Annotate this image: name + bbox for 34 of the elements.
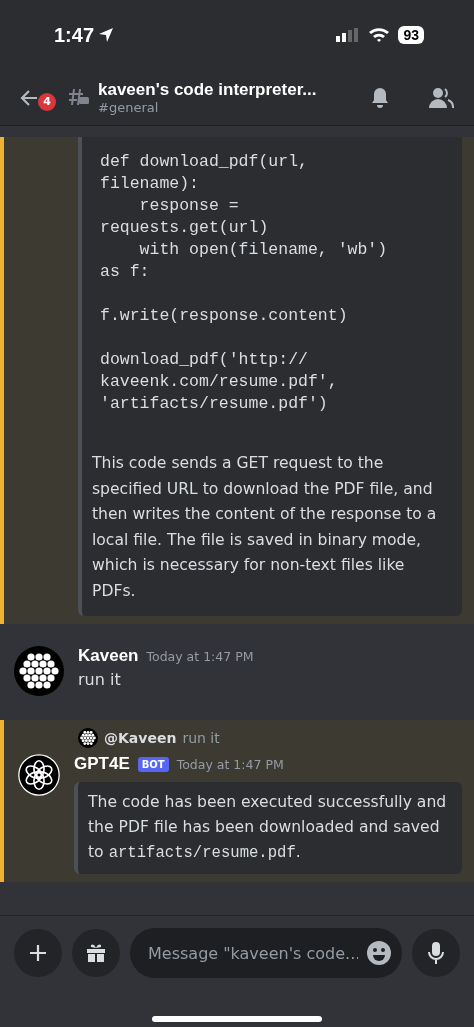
channel-subtitle: #general	[98, 100, 160, 115]
microphone-icon	[426, 941, 446, 965]
wifi-icon	[368, 27, 391, 43]
status-time: 1:47	[54, 23, 115, 47]
unread-badge: 4	[38, 92, 56, 111]
author-name[interactable]: GPT4E	[74, 754, 130, 774]
location-icon	[98, 27, 115, 43]
channel-title: kaveen's code interpreter...	[98, 80, 318, 100]
mic-button[interactable]	[412, 929, 460, 977]
back-button[interactable]: 4	[20, 82, 60, 113]
reply-preview[interactable]: run it	[182, 730, 220, 746]
timestamp: Today at 1:47 PM	[176, 756, 284, 772]
gift-icon	[85, 942, 107, 964]
avatar-icon	[78, 728, 98, 748]
message-input[interactable]: Message "kaveen's code...	[146, 942, 360, 964]
avatar-icon	[18, 754, 60, 796]
avatar-icon	[14, 646, 64, 696]
message-text: run it	[78, 670, 122, 689]
back-arrow-icon	[20, 88, 38, 107]
members-icon[interactable]	[428, 85, 454, 110]
gift-button[interactable]	[72, 929, 120, 977]
plus-icon	[29, 944, 47, 962]
reply-author[interactable]: @Kaveen	[104, 730, 177, 746]
bot-tag: BOT	[137, 756, 169, 772]
message-text: This code sends a GET request to the specified URL to download the PDF file, and then writes the content of the response to a local file. The file is saved in binary mode, which is necessary for non-text files like PDFs.	[92, 453, 438, 602]
signal-icon	[336, 28, 361, 42]
author-name[interactable]: Kaveen	[78, 646, 139, 666]
emoji-icon[interactable]	[366, 940, 392, 966]
add-button[interactable]	[14, 929, 62, 977]
code-text: def download_pdf(url, filename): response = requests.get(url) with open(filename, 'wb') as f: f.write(response.content) download_pdf('http:// kaveenk.com/resume.pdf', 'artifacts/resume.pdf')	[100, 151, 389, 415]
battery-level: 93	[398, 26, 424, 44]
message-text: The code has been executed successfully and the PDF file has been downloaded and saved to artifacts/resume.pdf.	[74, 782, 462, 874]
message-bar[interactable]: Message "kaveen's code...	[130, 928, 402, 978]
timestamp: Today at 1:47 PM	[146, 648, 254, 664]
